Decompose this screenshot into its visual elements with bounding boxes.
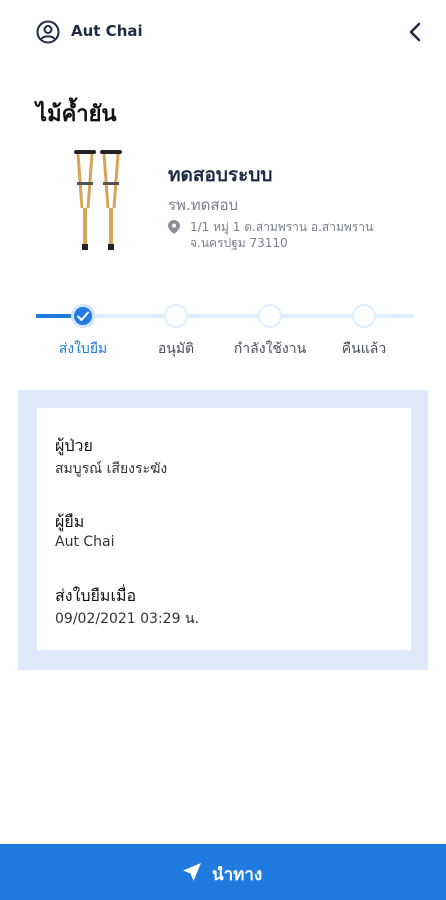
navigate-label: นำทาง — [212, 865, 263, 885]
info-card: ผู้ป่วย สมบูรณ์ เสียงระฆัง ผู้ยืม Aut Ch… — [37, 408, 411, 650]
page-title: ไม้ค้ำยัน — [36, 102, 117, 127]
step-label-3: กำลังใช้งาน — [233, 341, 307, 357]
sent-date-value: 09/02/2021 03:29 น. — [55, 611, 199, 627]
step-circle-1 — [71, 304, 95, 328]
borrower-value: Aut Chai — [55, 534, 115, 550]
step-label-2: อนุมัติ — [157, 341, 195, 357]
borrower-label: ผู้ยืม — [55, 512, 85, 531]
chevron-left-icon[interactable] — [404, 20, 428, 44]
user-name[interactable]: Aut Chai — [71, 22, 143, 40]
item-name: ทดสอบระบบ — [168, 164, 273, 186]
info-panel: ผู้ป่วย สมบูรณ์ เสียงระฆัง ผู้ยืม Aut Ch… — [18, 390, 428, 670]
sent-date-label: ส่งใบยืมเมื่อ — [55, 586, 137, 605]
step-label-1: ส่งใบยืม — [58, 341, 108, 357]
check-icon — [77, 311, 89, 321]
map-pin-icon — [168, 220, 180, 234]
patient-label: ผู้ป่วย — [55, 436, 93, 455]
step-circle-4 — [352, 304, 376, 328]
crutches-image — [74, 150, 122, 250]
app-header: Aut Chai — [0, 0, 446, 64]
navigate-button[interactable]: นำทาง — [0, 844, 446, 900]
hospital-name: รพ.ทดสอบ — [168, 196, 239, 214]
hospital-address: 1/1 หมู่ 1 ต.สามพราน อ.สามพราน จ.นครปฐม … — [190, 220, 374, 250]
navigation-arrow-icon — [183, 863, 201, 881]
step-circle-3 — [258, 304, 282, 328]
step-label-4: คืนแล้ว — [341, 341, 387, 357]
progress-stepper: ส่งใบยืม อนุมัติ กำลังใช้งาน คืนแล้ว — [0, 296, 446, 366]
step-circle-2 — [164, 304, 188, 328]
patient-value: สมบูรณ์ เสียงระฆัง — [55, 461, 168, 477]
user-circle-icon[interactable] — [36, 20, 60, 44]
